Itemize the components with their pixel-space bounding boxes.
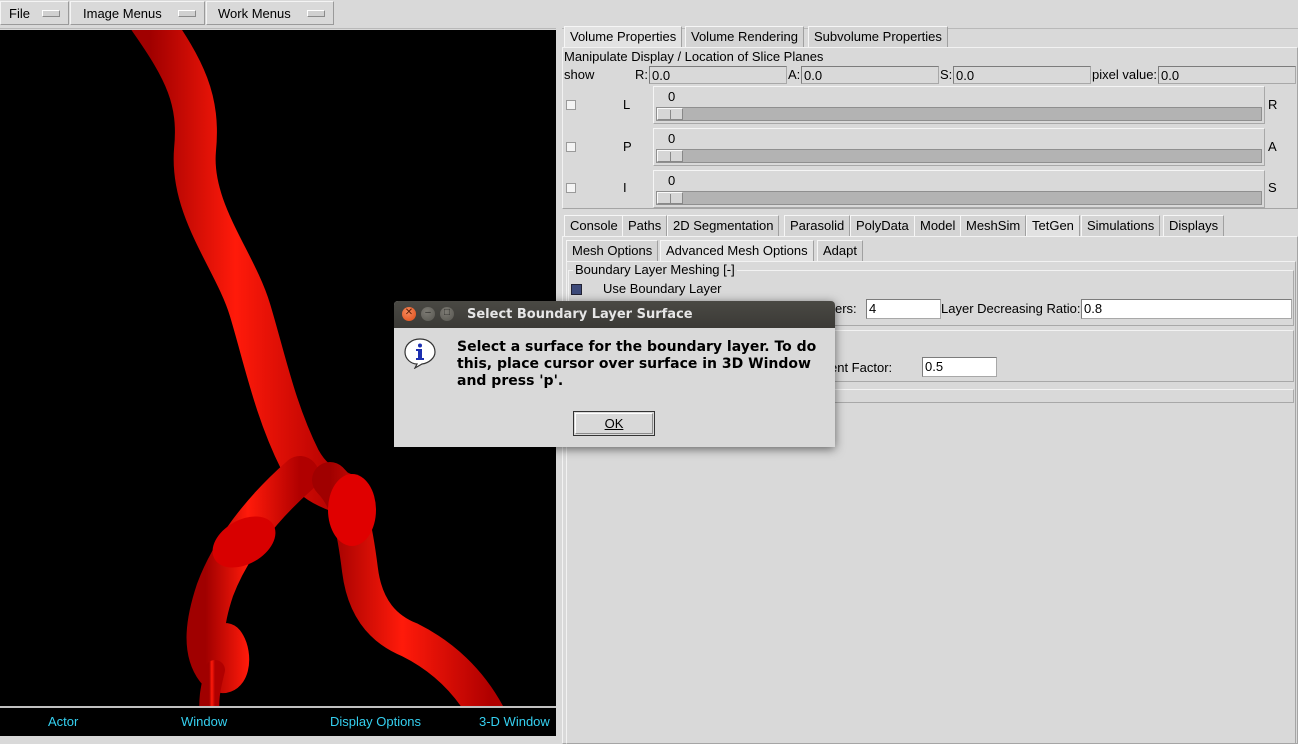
- dialog-message: Select a surface for the boundary layer.…: [457, 339, 817, 389]
- image-menus-label: Image Menus: [83, 6, 162, 21]
- tab-2d-segmentation[interactable]: 2D Segmentation: [667, 215, 780, 237]
- show-lr-checkbox[interactable]: [566, 100, 576, 110]
- slider-thumb[interactable]: [657, 192, 683, 204]
- tab-model[interactable]: Model: [914, 215, 962, 237]
- tab-volume-properties[interactable]: Volume Properties: [564, 26, 683, 48]
- slider-left-label: P: [623, 139, 632, 154]
- slider-trough[interactable]: [656, 149, 1262, 163]
- show-is-checkbox[interactable]: [566, 183, 576, 193]
- dialog-titlebar[interactable]: ✕ – □ Select Boundary Layer Surface: [394, 301, 835, 328]
- slider-right-label: S: [1268, 180, 1277, 195]
- select-boundary-dialog: ✕ – □ Select Boundary Layer Surface Sele…: [394, 301, 835, 447]
- layers-label: ers:: [835, 301, 857, 316]
- slider-left-label: I: [623, 180, 627, 195]
- display-options-button[interactable]: Display Options: [330, 714, 421, 729]
- slider-right-label: A: [1268, 139, 1277, 154]
- ratio-label: Layer Decreasing Ratio:: [941, 301, 1081, 316]
- tab-polydata[interactable]: PolyData: [850, 215, 915, 237]
- info-icon: [404, 338, 436, 369]
- tab-meshsim[interactable]: MeshSim: [960, 215, 1027, 237]
- close-icon[interactable]: ✕: [402, 307, 416, 321]
- tab-advanced-mesh-options[interactable]: Advanced Mesh Options: [660, 240, 814, 262]
- ok-button-label: OK: [604, 416, 624, 431]
- menu-indicator-icon: [178, 10, 196, 17]
- menu-indicator-icon: [42, 10, 60, 17]
- a-coordinate-field[interactable]: 0.0: [801, 66, 939, 84]
- r-coordinate-field[interactable]: 0.0: [649, 66, 787, 84]
- factor-field[interactable]: 0.5: [922, 357, 997, 377]
- tab-console[interactable]: Console: [564, 215, 624, 237]
- tab-mesh-options[interactable]: Mesh Options: [566, 240, 659, 262]
- boundary-group-title[interactable]: Boundary Layer Meshing [-]: [573, 262, 737, 277]
- menu-indicator-icon: [307, 10, 325, 17]
- image-menus-button[interactable]: Image Menus: [70, 1, 205, 25]
- tab-paths[interactable]: Paths: [622, 215, 668, 237]
- tab-simulations[interactable]: Simulations: [1081, 215, 1161, 237]
- tab-volume-rendering[interactable]: Volume Rendering: [685, 26, 804, 48]
- layers-field[interactable]: 4: [866, 299, 941, 319]
- use-boundary-layer-checkbox[interactable]: [571, 284, 582, 295]
- view-bottom-bar: Actor Window Display Options 3-D Window: [0, 706, 556, 736]
- use-boundary-layer-label: Use Boundary Layer: [603, 281, 722, 296]
- slider-value: 0: [668, 131, 676, 146]
- tab-parasolid[interactable]: Parasolid: [784, 215, 851, 237]
- pixel-value-label: pixel value:: [1092, 67, 1158, 82]
- tab-tetgen[interactable]: TetGen: [1026, 215, 1080, 237]
- show-label: show: [564, 67, 595, 82]
- work-menus-label: Work Menus: [218, 6, 291, 21]
- actor-button[interactable]: Actor: [48, 714, 78, 729]
- is-slider[interactable]: 0: [653, 170, 1265, 208]
- slider-value: 0: [668, 173, 676, 188]
- window-button[interactable]: Window: [181, 714, 227, 729]
- lr-slider[interactable]: 0: [653, 86, 1265, 124]
- a-label: A:: [788, 67, 801, 82]
- tab-adapt[interactable]: Adapt: [817, 240, 863, 262]
- factor-label: ent Factor:: [830, 360, 893, 375]
- slider-trough[interactable]: [656, 107, 1262, 121]
- ratio-field[interactable]: 0.8: [1081, 299, 1292, 319]
- slider-left-label: L: [623, 97, 631, 112]
- work-menus-button[interactable]: Work Menus: [206, 1, 334, 25]
- s-label: S:: [940, 67, 953, 82]
- pixel-value-field[interactable]: 0.0: [1158, 66, 1296, 84]
- slider-thumb[interactable]: [657, 150, 683, 162]
- slider-right-label: R: [1268, 97, 1278, 112]
- 3d-window-button[interactable]: 3-D Window: [479, 714, 550, 729]
- tab-displays[interactable]: Displays: [1163, 215, 1225, 237]
- slice-panel-title: Manipulate Display / Location of Slice P…: [564, 49, 824, 64]
- show-pa-checkbox[interactable]: [566, 142, 576, 152]
- s-coordinate-field[interactable]: 0.0: [953, 66, 1091, 84]
- menu-bar: File Image Menus Work Menus: [0, 0, 1298, 29]
- tab-subvolume-properties[interactable]: Subvolume Properties: [808, 26, 948, 48]
- minimize-icon[interactable]: –: [421, 307, 435, 321]
- pa-slider[interactable]: 0: [653, 128, 1265, 166]
- ok-button[interactable]: OK: [573, 411, 655, 436]
- maximize-icon[interactable]: □: [440, 307, 454, 321]
- r-label: R:: [635, 67, 648, 82]
- slider-value: 0: [668, 89, 676, 104]
- slider-trough[interactable]: [656, 191, 1262, 205]
- dialog-title: Select Boundary Layer Surface: [467, 307, 693, 322]
- file-menu-button[interactable]: File: [0, 1, 69, 25]
- file-menu-label: File: [9, 6, 30, 21]
- slider-thumb[interactable]: [657, 108, 683, 120]
